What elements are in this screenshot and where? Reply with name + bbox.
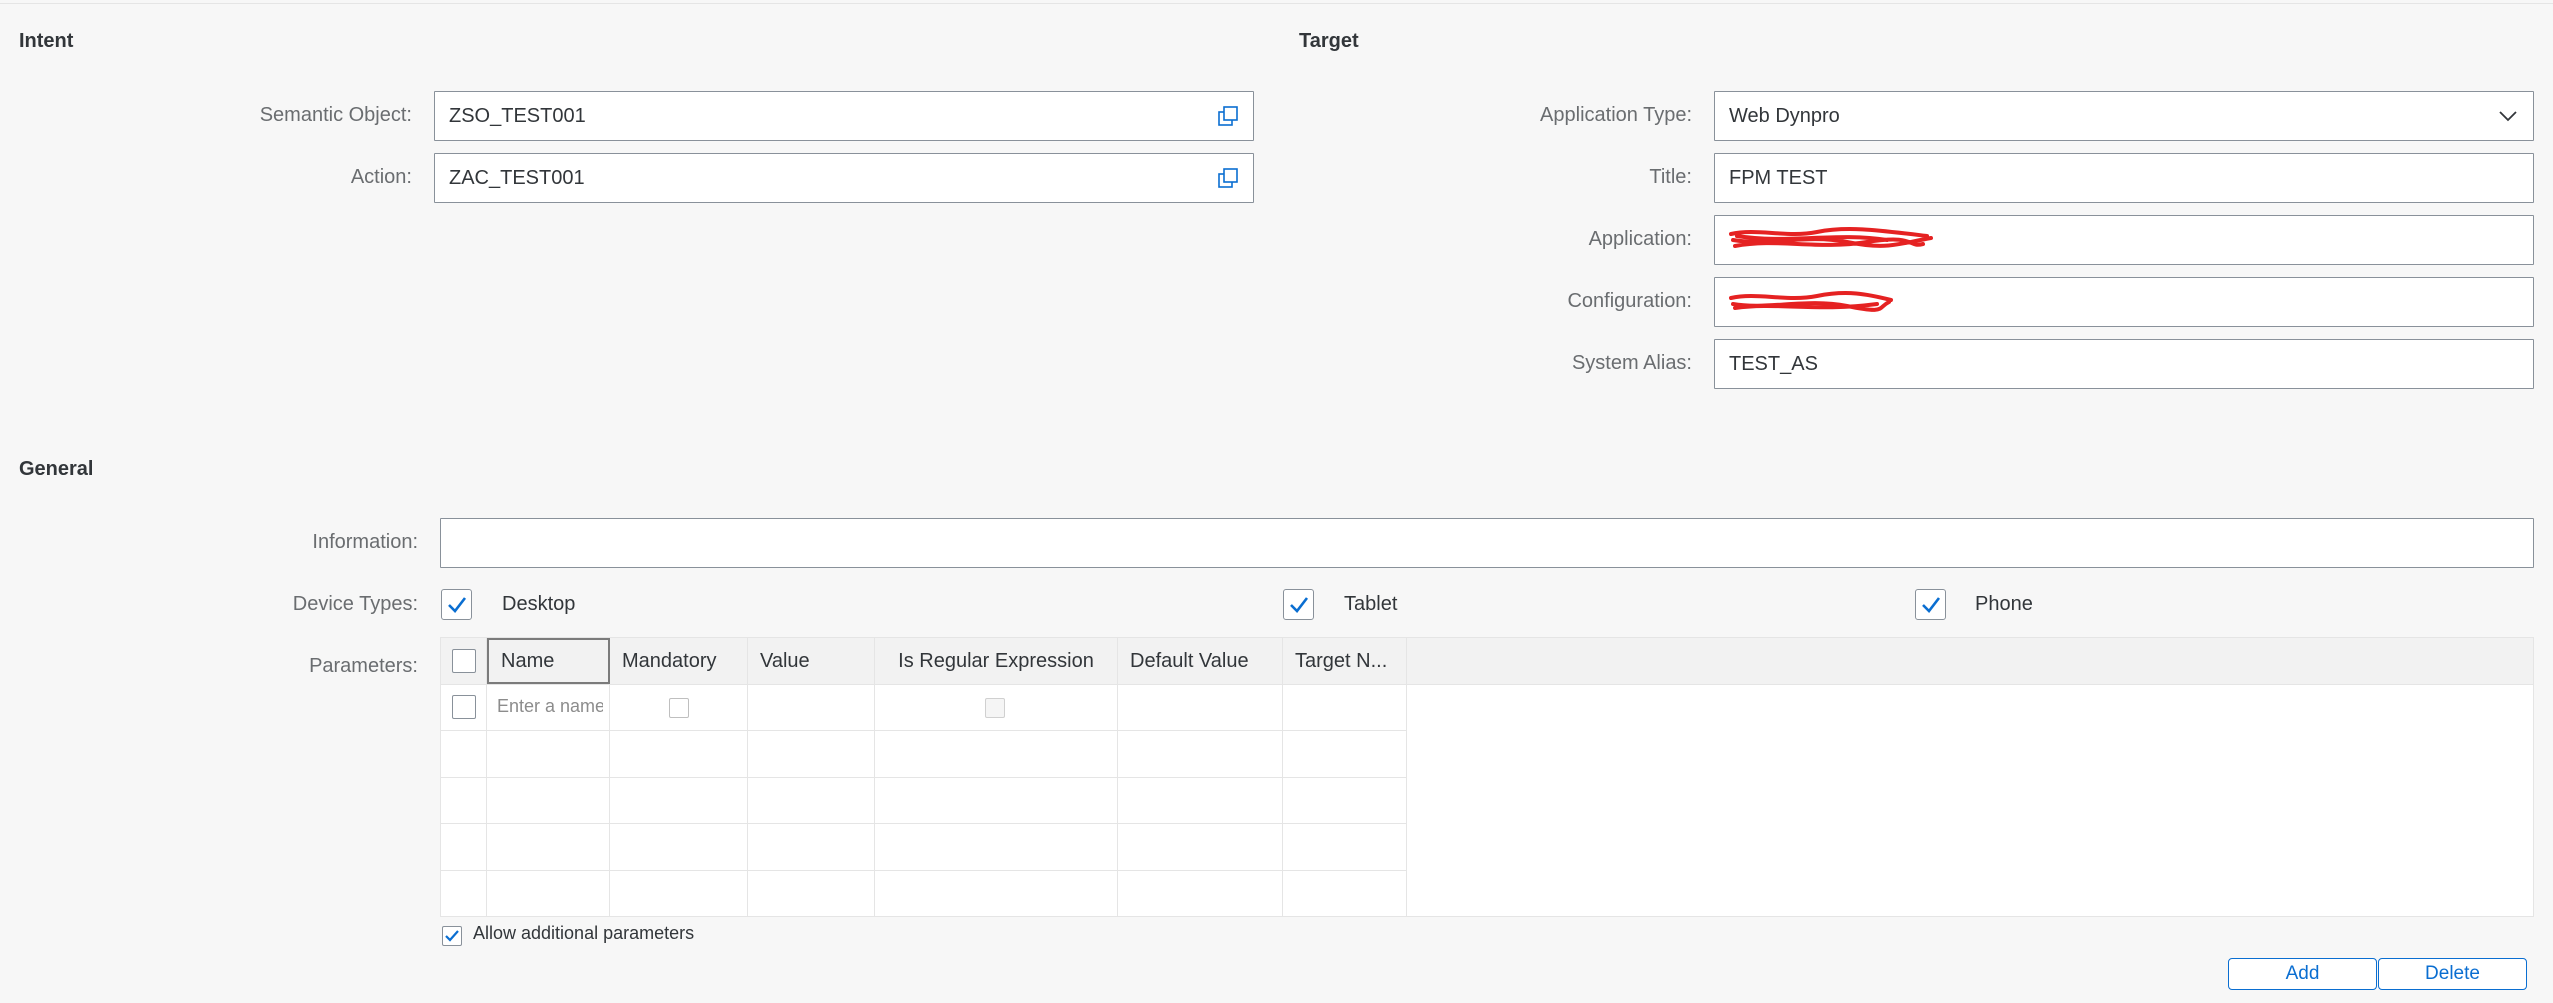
delete-button[interactable]: Delete: [2378, 958, 2527, 990]
column-header-default-value[interactable]: Default Value: [1118, 638, 1283, 684]
checkmark-icon: [447, 596, 466, 613]
column-divider: [609, 684, 610, 916]
application-type-value: Web Dynpro: [1729, 104, 1840, 127]
table-header: Name Mandatory Value Is Regular Expressi…: [441, 638, 2533, 685]
application-type-select[interactable]: Web Dynpro: [1714, 91, 2534, 141]
allow-additional-label: Allow additional parameters: [473, 923, 695, 943]
configuration-input[interactable]: [1714, 277, 2534, 327]
value-help-icon[interactable]: [1203, 92, 1253, 140]
application-type-label: Application Type:: [1540, 104, 1692, 126]
phone-label: Phone: [1975, 593, 2033, 615]
select-all-cell: [441, 638, 487, 684]
title-input[interactable]: FPM TEST: [1714, 153, 2534, 203]
intent-section-title: Intent: [19, 30, 74, 52]
chevron-down-icon[interactable]: [2483, 92, 2533, 140]
row-divider: [441, 823, 1406, 824]
general-section-title: General: [19, 458, 94, 480]
checkmark-icon: [445, 930, 459, 942]
title-value: FPM TEST: [1729, 166, 1828, 189]
redaction-scribble: [1729, 227, 1933, 248]
checkmark-icon: [1921, 596, 1940, 613]
tablet-label: Tablet: [1344, 593, 1398, 615]
column-header-target-name[interactable]: Target N...: [1283, 638, 1407, 684]
configuration-label: Configuration:: [1567, 290, 1692, 312]
semantic-object-label: Semantic Object:: [259, 104, 412, 126]
semantic-object-input[interactable]: ZSO_TEST001: [434, 91, 1254, 141]
information-input[interactable]: [440, 518, 2534, 568]
action-value: ZAC_TEST001: [449, 166, 585, 189]
device-types-label: Device Types:: [292, 593, 418, 615]
information-label: Information:: [312, 531, 418, 553]
top-divider: [0, 3, 2553, 4]
application-label: Application:: [1588, 228, 1692, 250]
add-button[interactable]: Add: [2228, 958, 2377, 990]
column-divider: [1282, 684, 1283, 916]
regex-checkbox: [985, 698, 1005, 718]
column-divider: [1406, 684, 1407, 916]
parameters-table: Name Mandatory Value Is Regular Expressi…: [440, 637, 2534, 917]
semantic-object-value: ZSO_TEST001: [449, 104, 586, 127]
row-divider: [441, 730, 1406, 731]
column-header-value[interactable]: Value: [748, 638, 875, 684]
allow-additional-checkbox[interactable]: [442, 926, 462, 946]
column-header-is-regular-expression[interactable]: Is Regular Expression: [875, 638, 1118, 684]
name-input[interactable]: Enter a name: [497, 696, 603, 717]
column-header-name[interactable]: Name: [487, 638, 610, 684]
parameters-label: Parameters:: [309, 655, 418, 677]
column-divider: [1117, 684, 1118, 916]
column-divider: [747, 684, 748, 916]
mandatory-checkbox[interactable]: [669, 698, 689, 718]
title-label: Title:: [1649, 166, 1692, 188]
target-section-title: Target: [1299, 30, 1359, 52]
tablet-checkbox[interactable]: [1283, 589, 1314, 620]
row-divider: [441, 870, 1406, 871]
row-select-checkbox[interactable]: [452, 695, 476, 719]
row-divider: [441, 777, 1406, 778]
phone-checkbox[interactable]: [1915, 589, 1946, 620]
column-divider: [874, 684, 875, 916]
desktop-checkbox[interactable]: [441, 589, 472, 620]
action-label: Action:: [350, 166, 412, 188]
column-divider: [486, 684, 487, 916]
system-alias-value: TEST_AS: [1729, 352, 1818, 375]
checkmark-icon: [1289, 596, 1308, 613]
application-input[interactable]: [1714, 215, 2534, 265]
system-alias-input[interactable]: TEST_AS: [1714, 339, 2534, 389]
redaction-scribble: [1729, 291, 1893, 312]
action-input[interactable]: ZAC_TEST001: [434, 153, 1254, 203]
desktop-label: Desktop: [502, 593, 576, 615]
select-all-checkbox[interactable]: [451, 649, 476, 673]
system-alias-label: System Alias:: [1571, 352, 1692, 374]
column-header-mandatory[interactable]: Mandatory: [610, 638, 748, 684]
value-help-icon[interactable]: [1203, 154, 1253, 202]
